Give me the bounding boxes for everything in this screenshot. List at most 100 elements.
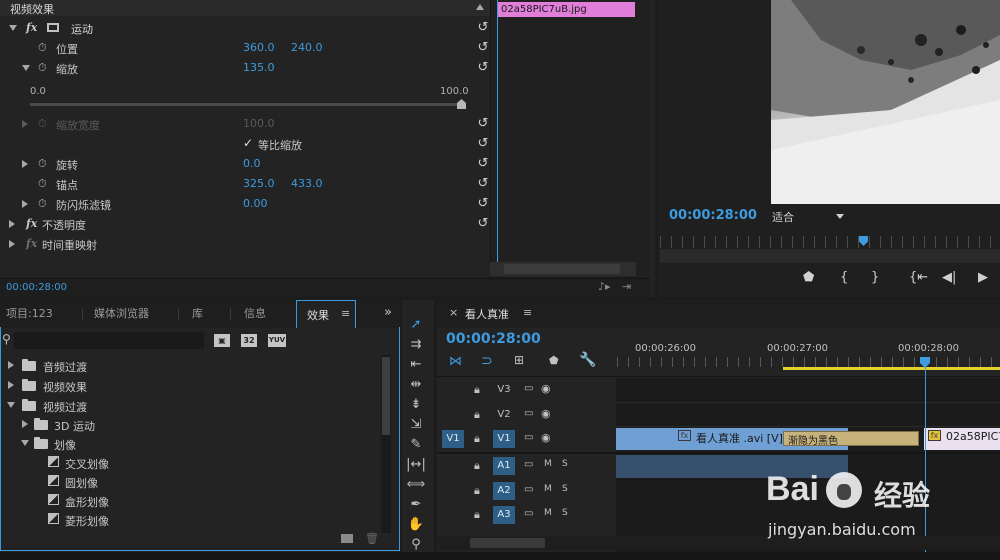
mute-button[interactable]: M — [544, 459, 552, 469]
track-target-a3[interactable]: A3 — [493, 506, 515, 524]
opacity-row[interactable]: fx 不透明度 ↺ — [0, 214, 490, 234]
program-timecode[interactable]: 00:00:28:00 — [669, 208, 757, 223]
timeline-ruler[interactable] — [617, 357, 1000, 367]
expand-arrow-icon[interactable] — [9, 25, 17, 31]
track-target-a1[interactable]: A1 — [493, 457, 515, 475]
fx-icon[interactable]: fx — [26, 21, 37, 34]
expand-arrow-icon[interactable] — [22, 200, 28, 208]
reset-icon[interactable]: ↺ — [476, 137, 490, 151]
hand-tool-icon[interactable]: ✋ — [404, 516, 428, 534]
sync-lock-icon[interactable]: ▭ — [524, 383, 533, 394]
program-zoom-bar[interactable] — [660, 249, 1000, 263]
reset-icon[interactable]: ↺ — [476, 217, 490, 231]
scale-value[interactable]: 135.0 — [243, 61, 275, 74]
go-to-in-icon[interactable]: {⇤ — [909, 270, 928, 285]
more-tabs-icon[interactable]: » — [384, 305, 392, 320]
tab-effects-active[interactable]: 效果 ≡ — [296, 300, 356, 328]
clip-name-bar[interactable]: 02a58PIC7uB.jpg — [497, 2, 635, 17]
tab-menu-icon[interactable]: ≡ — [523, 306, 532, 319]
add-marker-icon[interactable]: ⬟ — [803, 270, 814, 285]
solo-button[interactable]: S — [562, 508, 568, 518]
track-target-v3[interactable]: V3 — [493, 381, 515, 399]
export-icon[interactable]: ⇥ — [622, 280, 631, 293]
stopwatch-icon[interactable]: ⏱ — [38, 177, 47, 191]
expand-arrow-icon[interactable] — [9, 240, 15, 248]
work-area-bar[interactable] — [783, 367, 1000, 370]
fx-badge[interactable]: fx — [928, 430, 941, 441]
mark-in-icon[interactable]: { — [840, 270, 848, 285]
step-back-icon[interactable]: ◀| — [942, 270, 956, 285]
expand-arrow-icon[interactable] — [22, 160, 28, 168]
expand-arrow-icon[interactable] — [22, 65, 30, 71]
video-clip-2[interactable]: fx 02a58PIC7u — [924, 428, 1000, 450]
eye-icon[interactable]: ◉ — [541, 382, 551, 395]
anchor-x-value[interactable]: 325.0 — [243, 177, 275, 190]
uniform-scale-checkbox[interactable]: ✓ — [243, 136, 253, 150]
position-y-value[interactable]: 240.0 — [291, 41, 323, 54]
lock-icon[interactable]: 🔒︎ — [474, 459, 480, 473]
ec-timecode[interactable]: 00:00:28:00 — [6, 282, 67, 293]
play-icon[interactable]: ▶ — [978, 270, 988, 285]
source-patch-v1[interactable]: V1 — [442, 430, 464, 448]
solo-button[interactable]: S — [562, 459, 568, 469]
anchor-y-value[interactable]: 433.0 — [291, 177, 323, 190]
mark-out-icon[interactable]: } — [871, 270, 879, 285]
lock-icon[interactable]: 🔒︎ — [474, 432, 480, 446]
reset-icon[interactable]: ↺ — [476, 197, 490, 211]
stopwatch-icon[interactable]: ⏱ — [38, 157, 47, 171]
reset-icon[interactable]: ↺ — [476, 21, 490, 35]
linked-selection-icon[interactable]: ⊃ — [481, 353, 493, 369]
program-ruler[interactable] — [660, 236, 1000, 248]
transition-block[interactable]: 渐隐为黑色 — [783, 431, 919, 447]
stopwatch-icon[interactable]: ⏱ — [38, 41, 47, 55]
fx-badge[interactable]: fx — [678, 430, 691, 441]
selection-tool-icon[interactable]: ➚ — [404, 316, 428, 334]
pen-tool-icon[interactable]: ✒ — [404, 496, 428, 514]
track-target-v1[interactable]: V1 — [493, 430, 515, 448]
wrench-icon[interactable]: 🔧 — [579, 352, 596, 368]
ec-scroll-thumb[interactable] — [504, 264, 620, 274]
solo-button[interactable]: S — [562, 484, 568, 494]
lock-icon[interactable]: 🔒︎ — [474, 484, 480, 498]
anti-flicker-value[interactable]: 0.00 — [243, 197, 268, 210]
expand-arrow-icon[interactable] — [22, 120, 28, 128]
lock-icon[interactable]: 🔒︎ — [474, 383, 480, 397]
sync-lock-icon[interactable]: ▭ — [524, 484, 533, 495]
marker-icon[interactable]: ⬟ — [549, 354, 559, 367]
ripple-edit-tool-icon[interactable]: ⇤ — [404, 356, 428, 374]
reset-icon[interactable]: ↺ — [476, 177, 490, 191]
timeline-scroll-thumb[interactable] — [470, 538, 545, 548]
sync-lock-icon[interactable]: ▭ — [524, 508, 533, 519]
slide-tool-icon[interactable]: ⟺ — [404, 476, 428, 494]
snap-icon[interactable]: ⋈ — [449, 354, 462, 369]
filter-audio-icon[interactable]: ♪▸ — [598, 280, 611, 293]
scale-slider-track[interactable] — [30, 103, 464, 106]
fx-icon[interactable]: fx — [26, 217, 37, 230]
rotation-value[interactable]: 0.0 — [243, 157, 261, 170]
sequence-tab[interactable]: 看人真准 — [465, 306, 509, 322]
razor-tool-icon[interactable]: ⇲ — [404, 416, 428, 434]
stopwatch-icon[interactable]: ⏱ — [38, 61, 47, 75]
tab-media-browser[interactable]: 媒体浏览器 — [94, 300, 149, 328]
tab-menu-icon[interactable]: ≡ — [341, 307, 350, 320]
ec-playhead[interactable] — [497, 0, 498, 262]
track-target-a2[interactable]: A2 — [493, 482, 515, 500]
time-remap-row[interactable]: fx 时间重映射 — [0, 234, 490, 254]
close-icon[interactable]: × — [449, 306, 458, 319]
sync-lock-icon[interactable]: ▭ — [524, 408, 533, 419]
track-select-tool-icon[interactable]: ⇉ — [404, 336, 428, 354]
sync-lock-icon[interactable]: ▭ — [524, 432, 533, 443]
mute-button[interactable]: M — [544, 484, 552, 494]
eye-icon[interactable]: ◉ — [541, 407, 551, 420]
reset-icon[interactable]: ↺ — [476, 61, 490, 75]
reset-icon[interactable]: ↺ — [476, 157, 490, 171]
track-target-v2[interactable]: V2 — [493, 406, 515, 424]
slip-tool-icon[interactable]: |↔| — [404, 456, 428, 474]
stopwatch-icon[interactable]: ⏱ — [38, 197, 47, 211]
mute-button[interactable]: M — [544, 508, 552, 518]
sync-lock-icon[interactable]: ▭ — [524, 459, 533, 470]
tab-info[interactable]: 信息 — [244, 300, 266, 328]
collapse-arrow-icon[interactable] — [476, 4, 484, 10]
reset-icon[interactable]: ↺ — [476, 117, 490, 131]
scale-slider-thumb[interactable] — [457, 99, 466, 109]
